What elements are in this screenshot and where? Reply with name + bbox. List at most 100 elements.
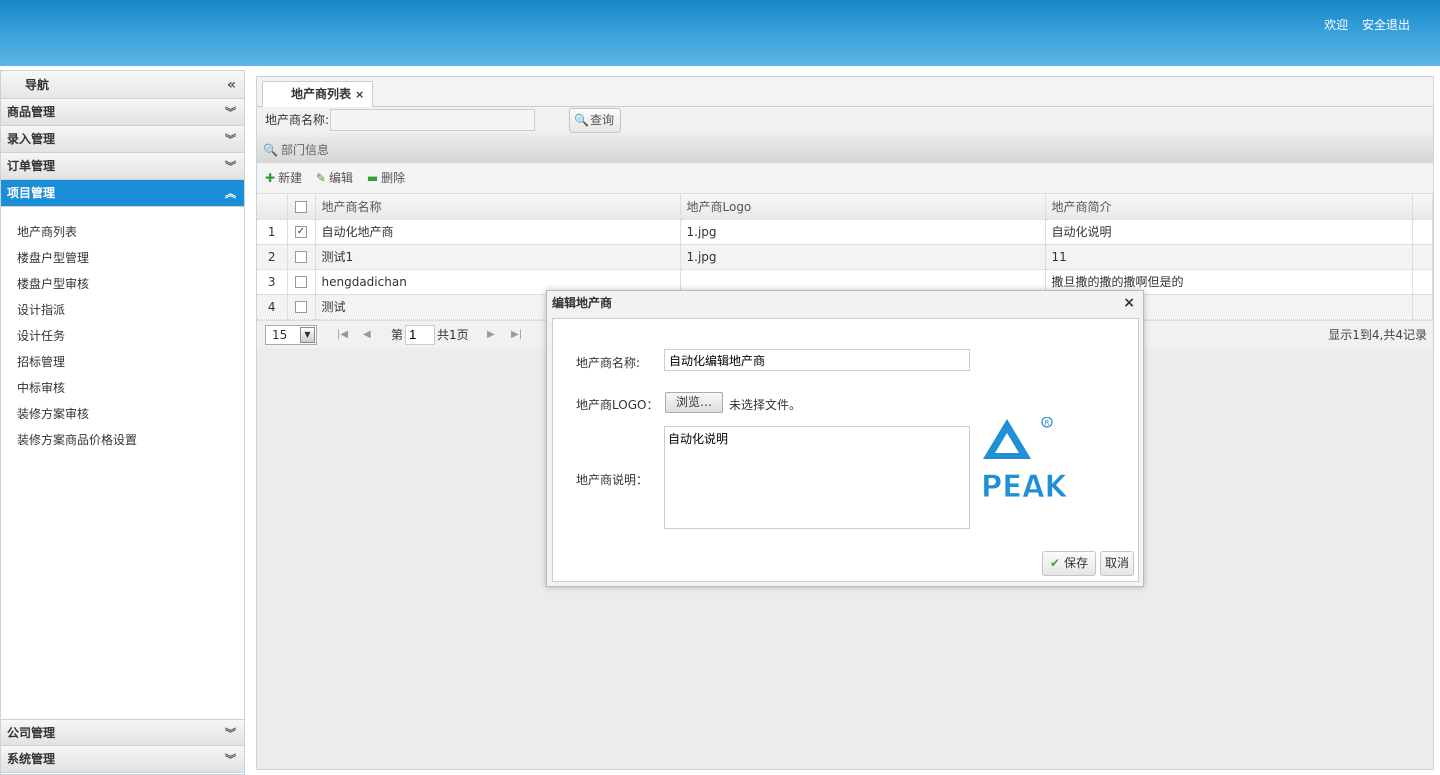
row-number: 3 (257, 269, 288, 295)
welcome-text: 欢迎 (1324, 18, 1349, 32)
cell-name: 自动化地产商 (315, 219, 681, 245)
chevron-up-icon: ︽ (225, 187, 236, 200)
logo-preview: R PEAK (981, 416, 1069, 506)
pager-info: 显示1到4,共4记录 (1328, 327, 1427, 342)
collapse-sidebar-icon[interactable]: « (227, 71, 236, 99)
sidebar-item-developer-list[interactable]: 地产商列表 (1, 219, 244, 245)
sidebar-section-input[interactable]: 录入管理 ︾ (1, 126, 244, 153)
sidebar-section-system[interactable]: 系统管理 ︾ (1, 746, 244, 773)
prev-page-icon[interactable]: ◀ (363, 321, 371, 349)
row-checkbox[interactable] (287, 269, 316, 295)
no-file-text: 未选择文件。 (729, 398, 802, 412)
query-button[interactable]: 🔍 查询 (569, 108, 621, 133)
first-page-icon[interactable]: |◀ (337, 321, 348, 349)
cell-name: 测试1 (315, 244, 681, 270)
minus-icon: ▬ (366, 171, 379, 185)
search-label: 地产商名称: (265, 113, 330, 127)
peak-logo-icon: R PEAK (981, 416, 1068, 506)
column-header-logo[interactable]: 地产商Logo (680, 194, 1046, 220)
developer-name-input[interactable] (664, 349, 970, 371)
section-label: 项目管理 (7, 186, 56, 200)
bottom-sections: 公司管理 ︾ 系统管理 ︾ (1, 719, 244, 773)
dropdown-arrow-icon: ▼ (300, 326, 315, 343)
cell-spacer (1412, 244, 1433, 270)
sidebar-item-design-task[interactable]: 设计任务 (1, 323, 244, 349)
new-button[interactable]: ✚ 新建 (265, 163, 302, 193)
column-header-name[interactable]: 地产商名称 (315, 194, 681, 220)
logo-label: 地产商LOGO： (576, 398, 659, 412)
last-page-icon[interactable]: ▶| (511, 321, 522, 349)
section-label: 订单管理 (7, 159, 56, 173)
chevron-down-icon: ︾ (225, 106, 236, 119)
dialog-title: 编辑地产商 (552, 296, 613, 310)
top-header: 欢迎 安全退出 (0, 0, 1440, 66)
description-textarea[interactable]: 自动化说明 (664, 426, 970, 529)
section-title: 🔍 部门信息 (257, 137, 1433, 163)
column-spacer (1412, 194, 1433, 220)
add-icon: ✚ (265, 171, 276, 185)
table-row[interactable]: 2 测试1 1.jpg 11 (257, 244, 1433, 270)
sidebar-section-projects[interactable]: 项目管理 ︽ (1, 180, 244, 207)
row-number: 1 (257, 219, 288, 245)
cell-logo: 1.jpg (680, 244, 1046, 270)
search-icon: 🔍 (574, 113, 589, 127)
new-label: 新建 (278, 171, 303, 185)
select-all-checkbox[interactable] (287, 194, 316, 220)
sidebar-item-decor-price[interactable]: 装修方案商品价格设置 (1, 427, 244, 453)
edit-button[interactable]: ✎ 编辑 (316, 163, 353, 193)
next-page-icon[interactable]: ▶ (487, 321, 495, 349)
logout-link[interactable]: 安全退出 (1362, 18, 1410, 32)
chevron-down-icon: ︾ (225, 133, 236, 146)
chevron-down-icon: ︾ (225, 753, 236, 766)
section-label: 商品管理 (7, 105, 56, 119)
section-label: 录入管理 (7, 132, 56, 146)
page-number-input[interactable] (405, 324, 435, 345)
row-number-header (257, 194, 288, 220)
cell-spacer (1412, 219, 1433, 245)
close-icon[interactable]: × (1123, 291, 1135, 315)
column-header-intro[interactable]: 地产商简介 (1045, 194, 1413, 220)
description-label: 地产商说明： (576, 473, 649, 487)
sidebar-item-floorplan-review[interactable]: 楼盘户型审核 (1, 271, 244, 297)
row-checkbox[interactable] (287, 294, 316, 320)
save-label: 保存 (1063, 556, 1088, 570)
sidebar-item-design-assign[interactable]: 设计指派 (1, 297, 244, 323)
grid-toolbar: ✚ 新建 ✎ 编辑 ▬ 删除 (257, 163, 1433, 193)
table-row[interactable]: 1 ✓ 自动化地产商 1.jpg 自动化说明 (257, 219, 1433, 245)
sidebar-section-goods[interactable]: 商品管理 ︾ (1, 99, 244, 126)
dialog-title-bar: 编辑地产商 × (547, 291, 1143, 315)
cell-spacer (1412, 294, 1433, 320)
page-prefix: 第 (391, 327, 404, 342)
row-checkbox[interactable] (287, 244, 316, 270)
grid-header-row: 地产商名称 地产商Logo 地产商简介 (257, 194, 1433, 220)
tab-developer-list[interactable]: 地产商列表 × (262, 81, 374, 107)
cell-spacer (1412, 269, 1433, 295)
sidebar-item-award-review[interactable]: 中标审核 (1, 375, 244, 401)
svg-text:R: R (1045, 419, 1050, 427)
sidebar: 导航 « 商品管理 ︾ 录入管理 ︾ 订单管理 ︾ 项目管理 ︽ 地产商列表 楼… (0, 70, 245, 775)
nav-title: 导航 « (1, 71, 244, 99)
sidebar-item-floorplan-manage[interactable]: 楼盘户型管理 (1, 245, 244, 271)
browse-button[interactable]: 浏览… (665, 392, 723, 413)
edit-developer-dialog: 编辑地产商 × 地产商名称: 地产商LOGO： 浏览… 未选择文件。 地产商说明… (546, 290, 1144, 587)
sidebar-section-company[interactable]: 公司管理 ︾ (1, 719, 244, 746)
row-checkbox[interactable]: ✓ (287, 219, 316, 245)
tab-bar: 地产商列表 × (257, 77, 1433, 107)
close-icon[interactable]: × (355, 88, 364, 101)
sidebar-item-bidding[interactable]: 招标管理 (1, 349, 244, 375)
sidebar-item-decor-review[interactable]: 装修方案审核 (1, 401, 244, 427)
project-submenu: 地产商列表 楼盘户型管理 楼盘户型审核 设计指派 设计任务 招标管理 中标审核 … (1, 207, 244, 718)
chevron-down-icon: ︾ (225, 160, 236, 173)
row-number: 2 (257, 244, 288, 270)
delete-button[interactable]: ▬ 删除 (367, 163, 405, 193)
query-button-label: 查询 (590, 113, 615, 127)
cell-intro: 11 (1045, 244, 1413, 270)
check-icon: ✔ (1050, 556, 1061, 570)
sidebar-section-orders[interactable]: 订单管理 ︾ (1, 153, 244, 180)
search-row: 地产商名称: 🔍 查询 (257, 107, 1433, 133)
search-input[interactable] (330, 109, 535, 131)
page-size-select[interactable]: 15 ▼ (265, 324, 317, 345)
save-button[interactable]: ✔ 保存 (1042, 551, 1096, 576)
section-title-label: 部门信息 (281, 143, 330, 157)
cancel-button[interactable]: 取消 (1100, 551, 1134, 576)
